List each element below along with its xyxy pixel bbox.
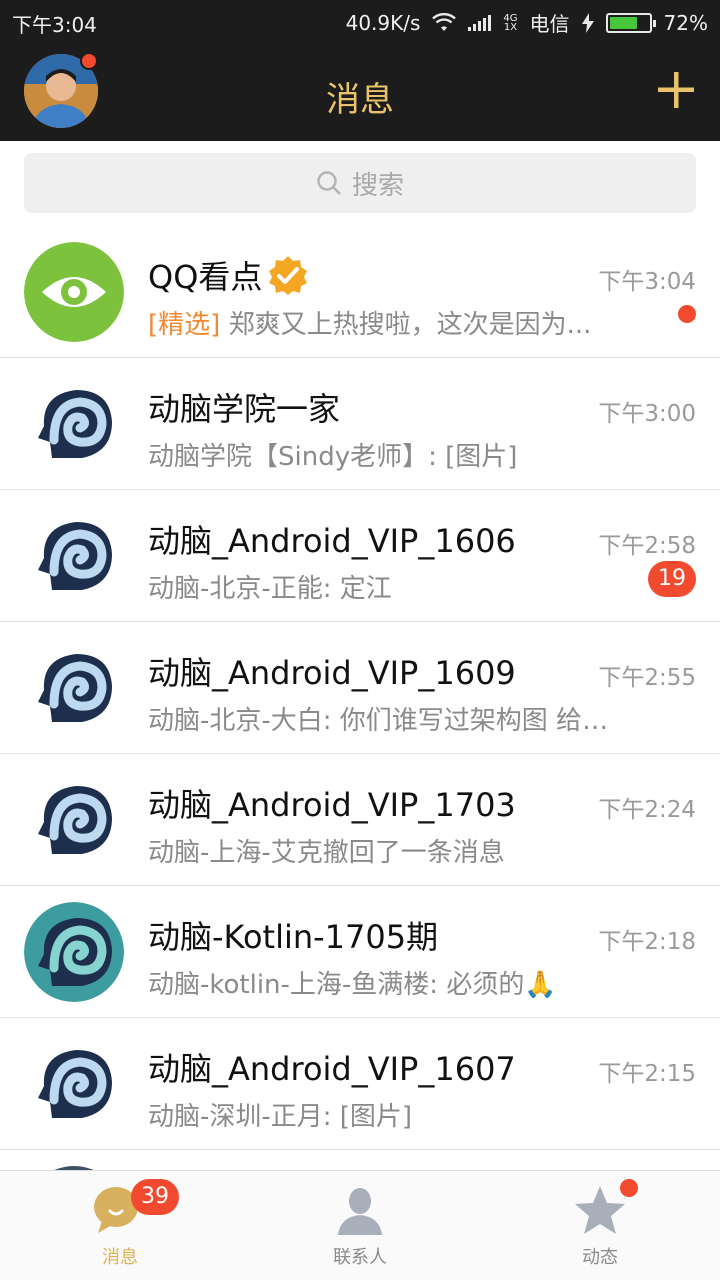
bottom-tab-bar: 消息 39 联系人 动态: [0, 1170, 720, 1280]
conversation-avatar: [24, 638, 124, 738]
conversation-avatar: [24, 374, 124, 474]
verified-badge-icon: [269, 256, 308, 295]
moments-notification-dot: [620, 1179, 638, 1197]
brain-logo-icon: [24, 902, 124, 1002]
conversation-preview: 动脑-北京-大白: 你们谁写过架构图 给参...: [148, 706, 618, 736]
tab-label-contacts: 联系人: [333, 1247, 387, 1268]
conversation-row[interactable]: 动脑-Kotlin-1705期动脑-kotlin-上海-鱼满楼: 必须的🙏 下午2…: [0, 886, 720, 1018]
contact-person-icon: [338, 1188, 382, 1235]
conversation-time: 下午2:58: [598, 533, 696, 559]
status-bar: 下午3:04 40.9K/s 4G 1X 电信 72%: [0, 0, 720, 42]
conversation-row[interactable]: 动脑_Android_VIP_1606 动脑-北京-正能: 定江 下午2:58 19: [0, 490, 720, 622]
star-icon: [575, 1186, 625, 1234]
conversation-row[interactable]: QQ看点 [精选] 郑爽又上热搜啦，这次是因为... 下午3:04: [0, 226, 720, 358]
conversation-time: 下午2:15: [598, 1061, 696, 1087]
conversation-list: QQ看点 [精选] 郑爽又上热搜啦，这次是因为... 下午3:04 动脑学院一家 动脑学…: [0, 226, 720, 1186]
unread-count-badge: 39: [131, 1179, 179, 1215]
conversation-name: 动脑_Android_VIP_1609: [148, 654, 516, 692]
brain-logo-icon: [24, 638, 124, 738]
search-placeholder: 搜索: [351, 170, 404, 201]
conversation-avatar: [24, 242, 124, 342]
tab-label-moments: 动态: [582, 1247, 618, 1268]
brain-logo-icon: [24, 770, 124, 870]
conversation-name: 动脑_Android_VIP_1607: [148, 1050, 516, 1088]
brain-logo-icon: [24, 506, 124, 606]
brain-logo-icon: [24, 374, 124, 474]
search-bar[interactable]: 搜索: [24, 153, 696, 213]
tab-moments[interactable]: 动态: [540, 1183, 660, 1269]
network-type: 4G 1X: [503, 12, 518, 33]
conversation-name: 动脑_Android_VIP_1606: [148, 522, 516, 560]
search-icon: [317, 171, 341, 195]
preview-tag: [精选]: [148, 310, 221, 340]
conversation-row-partial[interactable]: [0, 1150, 720, 1186]
carrier: 电信: [529, 12, 570, 36]
conversation-time: 下午2:55: [598, 665, 696, 691]
tab-contacts[interactable]: 联系人: [300, 1183, 420, 1269]
conversation-time: 下午2:18: [598, 929, 696, 955]
conversation-preview: 动脑-北京-正能: 定江: [148, 574, 392, 604]
conversation-row[interactable]: 动脑_Android_VIP_1609 动脑-北京-大白: 你们谁写过架构图 给参…: [0, 622, 720, 754]
conversation-row[interactable]: 动脑学院一家动脑学院【Sindy老师】: [图片] 下午3:00: [0, 358, 720, 490]
battery-icon: [605, 12, 656, 33]
unread-dot: [678, 305, 696, 323]
conversation-avatar: [24, 1034, 124, 1134]
profile-notification-dot: [80, 52, 98, 70]
conversation-time: 下午3:04: [598, 269, 696, 295]
conversation-name: 动脑_Android_VIP_1703: [148, 786, 516, 824]
conversation-avatar: [24, 506, 124, 606]
conversation-time: 下午2:24: [598, 797, 696, 823]
brain-logo-icon: [24, 1034, 124, 1134]
tab-label-messages: 消息: [102, 1247, 138, 1268]
app-header: 消息: [0, 42, 720, 141]
conversation-name: QQ看点: [148, 252, 308, 298]
signal-icon: [468, 14, 492, 31]
conversation-preview: 动脑-深圳-正月: [图片]: [148, 1102, 413, 1132]
charging-icon: [581, 12, 594, 33]
wifi-icon: [432, 12, 457, 31]
battery-percent: 72%: [663, 10, 708, 35]
page-title: 消息: [326, 80, 394, 120]
net-speed: 40.9K/s: [345, 10, 421, 35]
conversation-row[interactable]: 动脑_Android_VIP_1607 动脑-深圳-正月: [图片] 下午2:15: [0, 1018, 720, 1150]
conversation-row[interactable]: 动脑_Android_VIP_1703 动脑-上海-艾克撤回了一条消息 下午2:24: [0, 754, 720, 886]
conversation-preview: 动脑-上海-艾克撤回了一条消息: [148, 838, 505, 868]
add-icon[interactable]: [656, 70, 696, 110]
conversation-preview: 动脑学院【Sindy老师】: [图片]: [148, 442, 518, 472]
conversation-name: 动脑学院一家: [148, 390, 341, 428]
conversation-name: 动脑-Kotlin-1705期: [148, 918, 439, 956]
conversation-avatar: [24, 902, 124, 1002]
conversation-preview: [精选] 郑爽又上热搜啦，这次是因为...: [148, 310, 592, 340]
status-time: 下午3:04: [12, 13, 97, 37]
conversation-avatar: [24, 770, 124, 870]
conversation-time: 下午3:00: [598, 401, 696, 427]
unread-count-badge: 19: [648, 561, 696, 597]
conversation-preview: 动脑-kotlin-上海-鱼满楼: 必须的🙏: [148, 970, 557, 1000]
eye-logo-icon: [24, 242, 124, 342]
